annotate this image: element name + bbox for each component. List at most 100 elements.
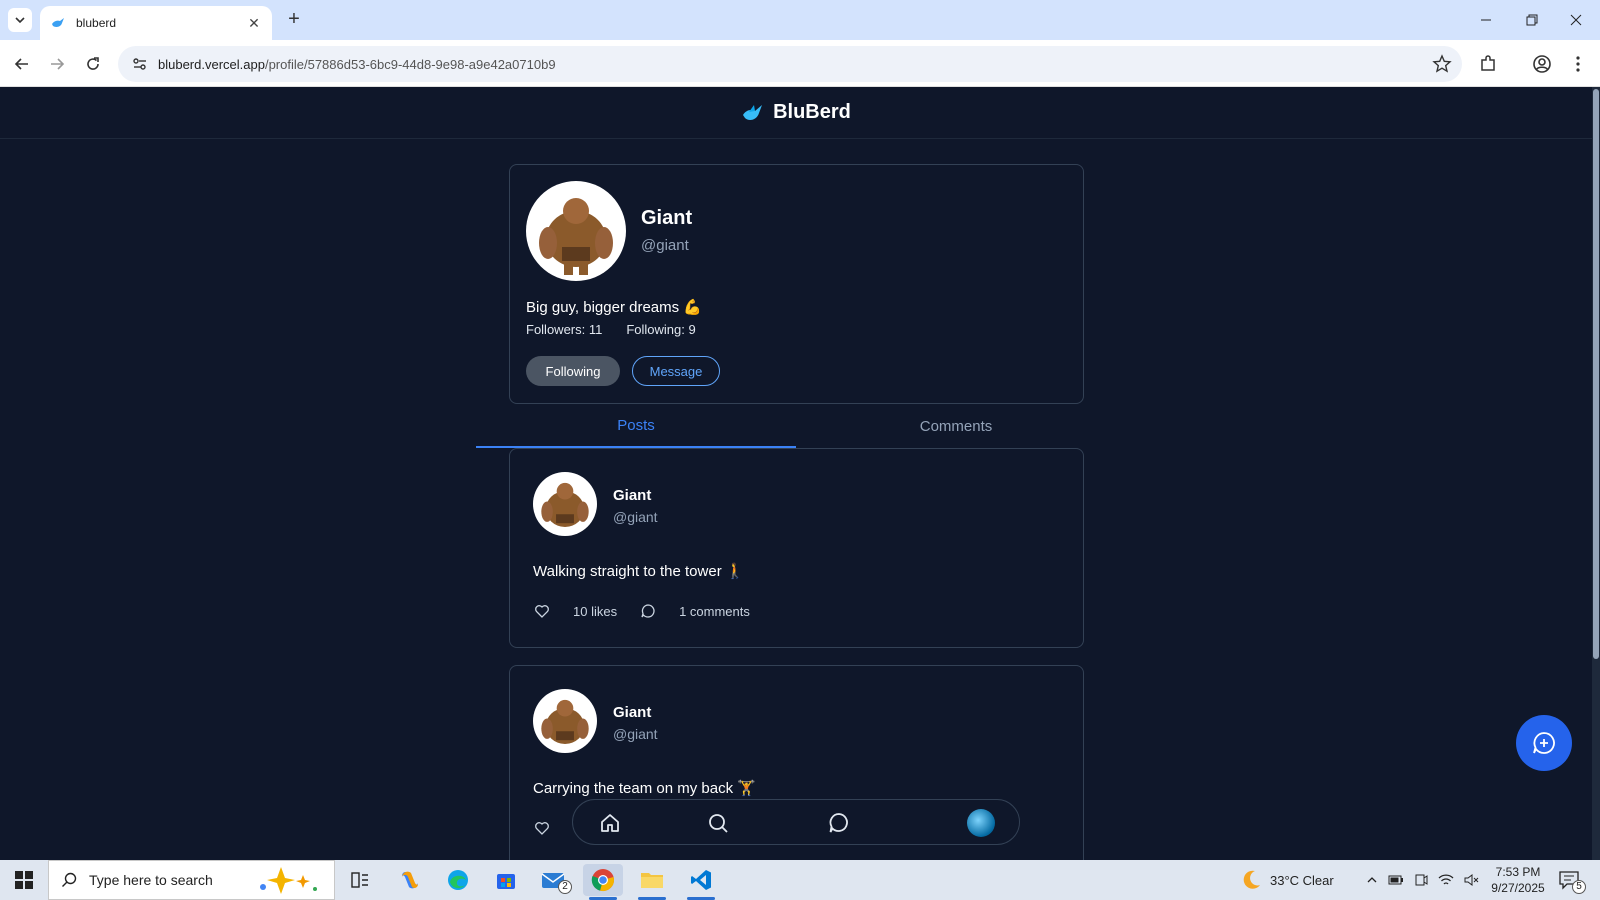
followers-count[interactable]: Followers: 11 — [526, 322, 602, 337]
mail-badge: 2 — [558, 880, 572, 894]
notifications-button[interactable]: 5 — [1558, 860, 1586, 900]
system-tray — [1366, 860, 1480, 900]
moon-icon — [1243, 870, 1260, 889]
clock[interactable]: 7:53 PM 9/27/2025 — [1483, 864, 1553, 896]
network-icon[interactable] — [1438, 873, 1454, 887]
folder-icon — [641, 873, 663, 888]
reload-button[interactable] — [81, 52, 105, 76]
profile-tabs: Posts Comments — [476, 404, 1116, 448]
home-icon[interactable] — [597, 810, 623, 836]
taskbar-search[interactable]: Type here to search — [48, 860, 335, 900]
post-author-name[interactable]: Giant — [613, 704, 651, 721]
following-button[interactable]: Following — [526, 356, 620, 386]
profile-handle: @giant — [641, 237, 689, 254]
task-view-icon — [351, 872, 368, 888]
chat-plus-icon — [1533, 732, 1555, 754]
start-button[interactable] — [0, 860, 48, 900]
store-icon — [497, 874, 515, 889]
vscode-app[interactable] — [681, 864, 721, 900]
more-vert-icon — [1576, 56, 1580, 72]
extensions-button[interactable] — [1476, 52, 1500, 76]
bottom-nav — [572, 799, 1020, 845]
meet-icon[interactable] — [1414, 873, 1428, 887]
user-avatar[interactable] — [967, 809, 995, 837]
post-card[interactable]: Giant @giant Walking straight to the tow… — [509, 448, 1084, 648]
clock-time: 7:53 PM — [1495, 865, 1541, 879]
comment-icon[interactable] — [639, 602, 657, 620]
reload-icon — [87, 57, 99, 70]
volume-muted-icon[interactable] — [1464, 873, 1480, 887]
windows-logo-icon — [15, 871, 33, 889]
new-tab-button[interactable]: + — [282, 8, 306, 32]
copilot-sparkle-icon — [259, 867, 317, 894]
profile-name: Giant — [641, 207, 693, 229]
mail-app[interactable]: 2 — [534, 864, 574, 896]
edge-app[interactable] — [438, 864, 478, 896]
close-tab-icon[interactable]: ✕ — [246, 15, 262, 31]
restore-icon — [1526, 14, 1538, 26]
weather-widget[interactable]: 33°C Clear — [1240, 860, 1334, 900]
file-explorer-app[interactable] — [632, 864, 672, 900]
messages-icon[interactable] — [826, 810, 852, 836]
restore-button[interactable] — [1518, 8, 1546, 32]
following-count[interactable]: Following: 9 — [626, 322, 695, 337]
heart-icon[interactable] — [533, 819, 551, 837]
new-post-button[interactable] — [1516, 715, 1572, 771]
bookmark-star-icon[interactable] — [1432, 54, 1452, 74]
post-actions — [533, 819, 551, 837]
profile-button[interactable] — [1530, 52, 1554, 76]
giant-avatar-icon — [541, 699, 589, 745]
app-viewport: BluBerd Giant @giant Big guy, bigger dre… — [0, 87, 1592, 860]
profile-avatar — [526, 181, 626, 281]
page-scrollbar[interactable] — [1592, 87, 1600, 860]
minimize-icon — [1481, 19, 1491, 21]
browser-menu-button[interactable] — [1566, 52, 1590, 76]
search-placeholder: Type here to search — [89, 872, 213, 888]
post-actions: 10 likes 1 comments — [533, 602, 750, 620]
post-text: Carrying the team on my back 🏋 — [533, 780, 756, 797]
address-bar-row: bluberd.vercel.app/profile/57886d53-6bc9… — [0, 40, 1600, 87]
tab-search-button[interactable] — [8, 8, 32, 32]
battery-icon[interactable] — [1388, 873, 1404, 887]
close-window-button[interactable] — [1562, 8, 1590, 32]
chrome-app[interactable] — [583, 864, 623, 900]
chevron-up-icon[interactable] — [1366, 874, 1378, 886]
chevron-down-icon — [15, 17, 25, 24]
post-author-name[interactable]: Giant — [613, 487, 651, 504]
close-icon — [1570, 14, 1582, 26]
post-avatar[interactable] — [533, 689, 597, 753]
app-header: BluBerd — [0, 87, 1592, 139]
message-button[interactable]: Message — [632, 356, 720, 386]
vscode-icon — [691, 870, 711, 890]
brand-logo[interactable]: BluBerd — [741, 101, 851, 124]
likes-count: 10 likes — [573, 603, 618, 619]
scrollbar-thumb[interactable] — [1593, 89, 1599, 659]
bird-favicon-icon — [52, 18, 64, 27]
url-omnibox[interactable]: bluberd.vercel.app/profile/57886d53-6bc9… — [118, 46, 1462, 82]
post-author-handle: @giant — [613, 509, 658, 525]
weather-text: 33°C Clear — [1270, 872, 1334, 888]
post-author-handle: @giant — [613, 726, 658, 742]
arrow-left-icon — [14, 58, 28, 70]
back-button[interactable] — [10, 52, 34, 76]
comments-count[interactable]: 1 comments — [679, 604, 750, 619]
forward-button[interactable] — [45, 52, 69, 76]
site-settings-icon[interactable] — [130, 54, 150, 74]
copilot-icon — [402, 871, 418, 889]
tab-comments[interactable]: Comments — [796, 404, 1116, 448]
post-avatar[interactable] — [533, 472, 597, 536]
url-text: bluberd.vercel.app/profile/57886d53-6bc9… — [158, 57, 556, 72]
giant-avatar-icon — [541, 482, 589, 528]
task-view-button[interactable] — [340, 864, 380, 896]
bird-logo-icon — [743, 104, 763, 120]
clock-date: 9/27/2025 — [1491, 881, 1545, 895]
browser-tab[interactable]: bluberd ✕ — [40, 6, 272, 40]
copilot-app[interactable] — [390, 864, 430, 896]
store-app[interactable] — [486, 864, 526, 896]
minimize-button[interactable] — [1472, 8, 1500, 32]
search-icon[interactable] — [705, 810, 731, 836]
heart-icon[interactable] — [533, 602, 551, 620]
notification-count: 5 — [1572, 880, 1586, 894]
brand-name: BluBerd — [773, 101, 851, 123]
tab-posts[interactable]: Posts — [476, 404, 796, 448]
